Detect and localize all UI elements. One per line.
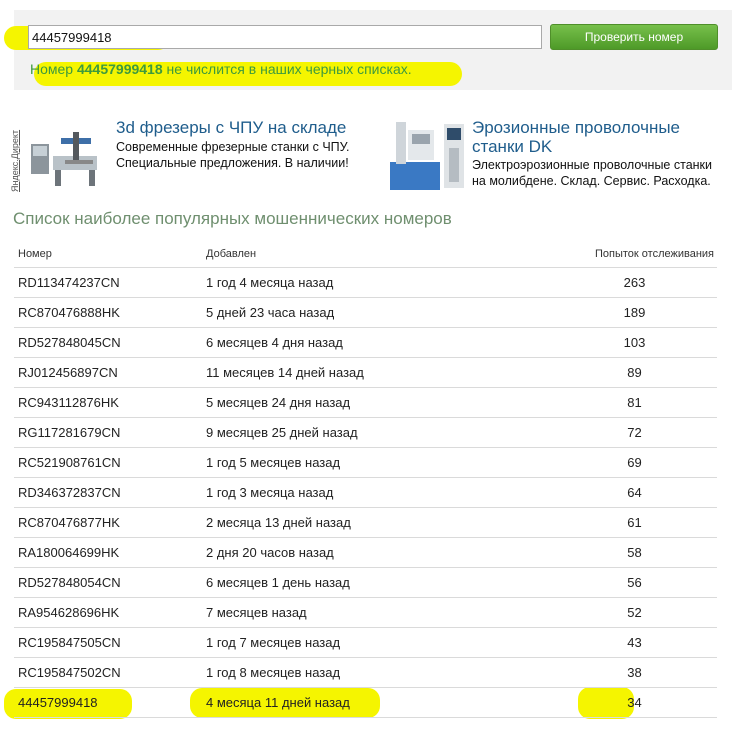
tracking-number-cell[interactable]: RA954628696HK (14, 597, 202, 628)
tracking-number-cell[interactable]: RC521908761CN (14, 447, 202, 478)
table-row[interactable]: RD527848054CN 6 месяцев 1 день назад 56 (14, 567, 717, 598)
attempts-count-cell: 81 (492, 387, 717, 418)
ad-text-edm-line1: Электроэрозионные проволочные станки (472, 158, 713, 172)
table-row[interactable]: 44457999418 4 месяца 11 дней назад 34 (14, 687, 717, 718)
table-row[interactable]: RA180064699HK 2 дня 20 часов назад 58 (14, 537, 717, 568)
added-date-cell: 1 год 4 месяца назад (202, 267, 492, 298)
result-prefix: Номер (30, 61, 74, 77)
added-date-cell: 9 месяцев 25 дней назад (202, 417, 492, 448)
result-number: 44457999418 (76, 61, 163, 77)
ad-text-cnc-line2: Специальные предложения. В наличии! (116, 156, 349, 170)
column-header-number: Номер (14, 241, 202, 268)
table-row[interactable]: RC943112876HK 5 месяцев 24 дня назад 81 (14, 387, 717, 418)
added-date-cell: 2 месяца 13 дней назад (202, 507, 492, 538)
check-number-button[interactable]: Проверить номер (550, 24, 718, 50)
attempts-count-cell: 38 (492, 657, 717, 688)
table-header-row: Номер Добавлен Попыток отслеживания (14, 241, 717, 268)
attempts-count-cell: 69 (492, 447, 717, 478)
attempts-count-cell: 64 (492, 477, 717, 508)
table-row[interactable]: RC195847505CN 1 год 7 месяцев назад 43 (14, 627, 717, 658)
added-date-cell: 1 год 7 месяцев назад (202, 627, 492, 658)
table-row[interactable]: RD346372837CN 1 год 3 месяца назад 64 (14, 477, 717, 508)
tracking-number-cell[interactable]: RC195847502CN (14, 657, 202, 688)
attempts-count-cell: 56 (492, 567, 717, 598)
table-row[interactable]: RD113474237CN 1 год 4 месяца назад 263 (14, 267, 717, 298)
track-number-input[interactable] (28, 25, 542, 49)
tracking-number-cell[interactable]: RA180064699HK (14, 537, 202, 568)
edm-wire-machine-image[interactable] (386, 118, 466, 194)
tracking-number-cell[interactable]: RG117281679CN (14, 417, 202, 448)
tracking-number-cell[interactable]: RC943112876HK (14, 387, 202, 418)
added-date-cell: 5 дней 23 часа назад (202, 297, 492, 328)
tracking-number-cell[interactable]: RC870476888HK (14, 297, 202, 328)
tracking-number-cell[interactable]: RD346372837CN (14, 477, 202, 508)
added-date-cell: 11 месяцев 14 дней назад (202, 357, 492, 388)
added-date-cell: 2 дня 20 часов назад (202, 537, 492, 568)
table-row[interactable]: RC870476877HK 2 месяца 13 дней назад 61 (14, 507, 717, 538)
tracking-number-cell[interactable]: RJ012456897CN (14, 357, 202, 388)
attempts-count-cell: 263 (492, 267, 717, 298)
table-row[interactable]: RJ012456897CN 11 месяцев 14 дней назад 89 (14, 357, 717, 388)
tracking-number-cell[interactable]: RD113474237CN (14, 267, 202, 298)
added-date-cell: 4 месяца 11 дней назад (202, 687, 492, 718)
tracking-number-cell[interactable]: RD527848054CN (14, 567, 202, 598)
added-date-cell: 7 месяцев назад (202, 597, 492, 628)
popular-numbers-table: Номер Добавлен Попыток отслеживания RD11… (14, 241, 717, 718)
tracking-number-cell[interactable]: 44457999418 (14, 687, 202, 718)
column-header-added: Добавлен (202, 241, 492, 268)
check-result-message: Номер 44457999418 не числится в наших че… (30, 61, 412, 77)
table-row[interactable]: RC521908761CN 1 год 5 месяцев назад 69 (14, 447, 717, 478)
attempts-count-cell: 72 (492, 417, 717, 448)
attempts-count-cell: 34 (492, 687, 717, 718)
table-row[interactable]: RC195847502CN 1 год 8 месяцев назад 38 (14, 657, 717, 688)
ad-text-cnc-line1: Современные фрезерные станки с ЧПУ. (116, 140, 350, 154)
cnc-milling-machine-image[interactable] (25, 118, 105, 194)
attempts-count-cell: 43 (492, 627, 717, 658)
ad-title-cnc[interactable]: 3d фрезеры с ЧПУ на складе (116, 118, 346, 137)
tracking-number-cell[interactable]: RC870476877HK (14, 507, 202, 538)
attempts-count-cell: 61 (492, 507, 717, 538)
added-date-cell: 1 год 3 месяца назад (202, 477, 492, 508)
table-row[interactable]: RD527848045CN 6 месяцев 4 дня назад 103 (14, 327, 717, 358)
table-row[interactable]: RA954628696HK 7 месяцев назад 52 (14, 597, 717, 628)
column-header-attempts: Попыток отслеживания (492, 241, 717, 268)
result-suffix: не числится в наших черных списках. (166, 61, 412, 77)
attempts-count-cell: 52 (492, 597, 717, 628)
added-date-cell: 1 год 8 месяцев назад (202, 657, 492, 688)
yandex-direct-link[interactable]: Яндекс.Директ (10, 130, 20, 192)
attempts-count-cell: 103 (492, 327, 717, 358)
tracking-number-cell[interactable]: RD527848045CN (14, 327, 202, 358)
added-date-cell: 1 год 5 месяцев назад (202, 447, 492, 478)
table-row[interactable]: RG117281679CN 9 месяцев 25 дней назад 72 (14, 417, 717, 448)
ad-text-edm-line2: на молибдене. Склад. Сервис. Расходка. (472, 174, 711, 188)
tracking-number-cell[interactable]: RC195847505CN (14, 627, 202, 658)
added-date-cell: 6 месяцев 1 день назад (202, 567, 492, 598)
attempts-count-cell: 189 (492, 297, 717, 328)
ad-title-edm-line2[interactable]: станки DK (472, 137, 552, 156)
table-row[interactable]: RC870476888HK 5 дней 23 часа назад 189 (14, 297, 717, 328)
popular-numbers-heading: Список наиболее популярных мошеннических… (13, 209, 452, 228)
attempts-count-cell: 58 (492, 537, 717, 568)
attempts-count-cell: 89 (492, 357, 717, 388)
added-date-cell: 6 месяцев 4 дня назад (202, 327, 492, 358)
ad-title-edm-line1[interactable]: Эрозионные проволочные (472, 118, 680, 137)
added-date-cell: 5 месяцев 24 дня назад (202, 387, 492, 418)
